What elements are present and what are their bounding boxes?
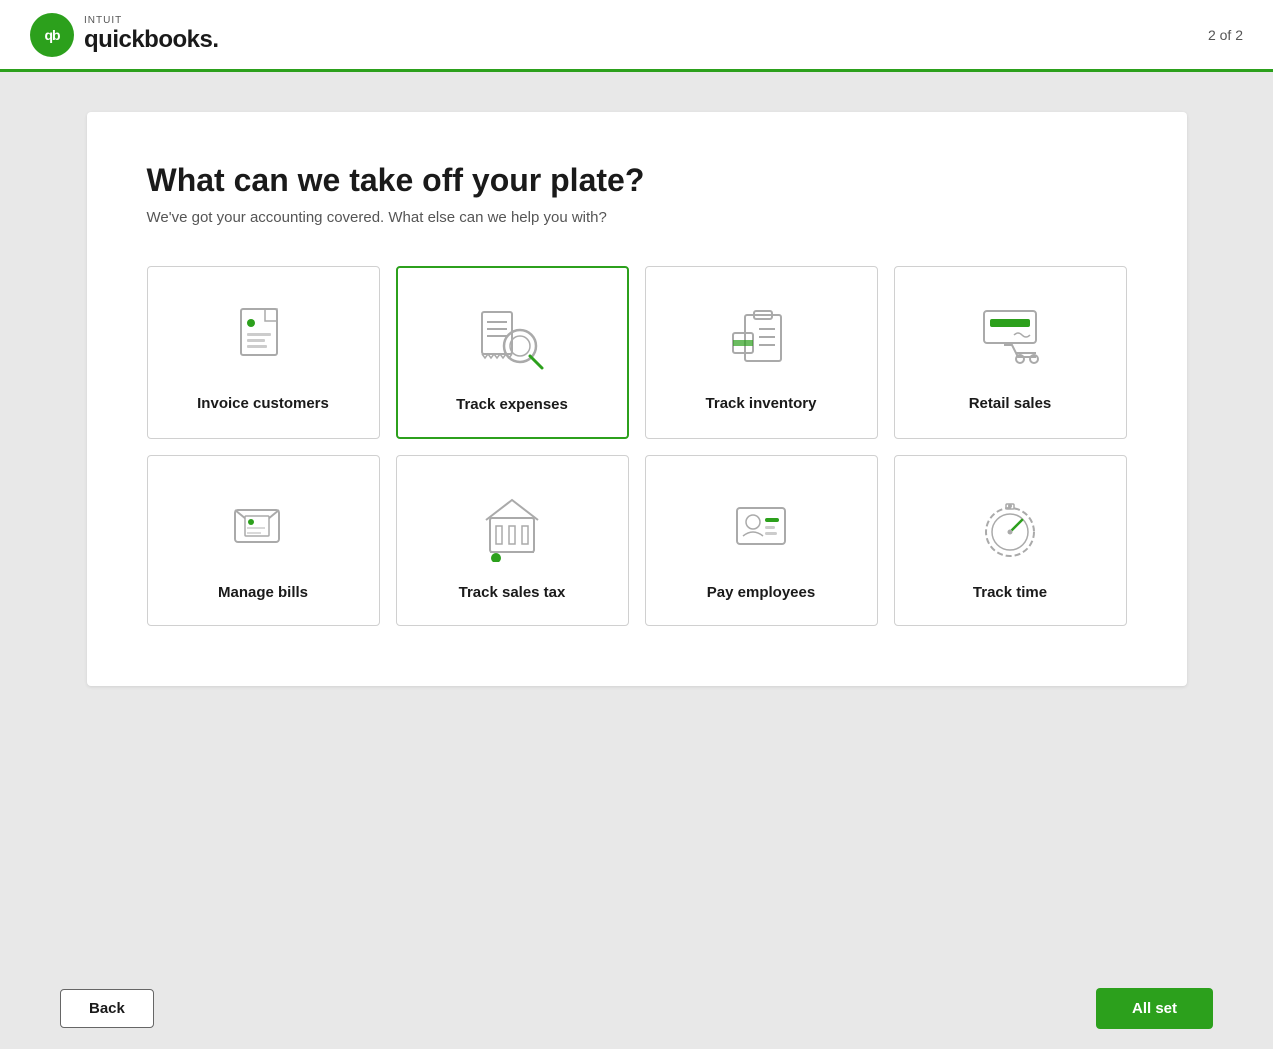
logo-area: qb intuit quickbooks. xyxy=(30,13,219,57)
back-button[interactable]: Back xyxy=(60,989,154,1028)
option-label: Track sales tax xyxy=(459,584,566,601)
option-label: Manage bills xyxy=(218,584,308,601)
brand-name: quickbooks. xyxy=(84,26,219,54)
option-label: Pay employees xyxy=(707,584,815,601)
header: qb intuit quickbooks. 2 of 2 xyxy=(0,0,1273,72)
retail-icon xyxy=(970,297,1050,377)
step-indicator: 2 of 2 xyxy=(1208,27,1243,43)
option-label: Track time xyxy=(973,584,1047,601)
option-label: Track expenses xyxy=(456,396,568,413)
intuit-label: intuit xyxy=(84,15,219,26)
inventory-icon xyxy=(721,297,801,377)
footer: Back All set xyxy=(0,968,1273,1049)
allset-button[interactable]: All set xyxy=(1096,988,1213,1029)
logo-text: intuit quickbooks. xyxy=(84,15,219,54)
content-card: What can we take off your plate? We've g… xyxy=(87,112,1187,686)
page-subtitle: We've got your accounting covered. What … xyxy=(147,209,1127,226)
option-track-sales-tax[interactable]: Track sales tax xyxy=(396,455,629,626)
option-label: Retail sales xyxy=(969,395,1052,412)
options-grid: Invoice customers xyxy=(147,266,1127,626)
tax-icon xyxy=(472,486,552,566)
expenses-icon xyxy=(472,298,552,378)
time-icon xyxy=(970,486,1050,566)
employees-icon xyxy=(721,486,801,566)
option-retail-sales[interactable]: Retail sales xyxy=(894,266,1127,439)
option-manage-bills[interactable]: Manage bills xyxy=(147,455,380,626)
option-track-expenses[interactable]: Track expenses xyxy=(396,266,629,439)
invoice-icon xyxy=(223,297,303,377)
qb-logo-icon: qb xyxy=(30,13,74,57)
main-content: What can we take off your plate? We've g… xyxy=(0,72,1273,968)
option-label: Track inventory xyxy=(706,395,817,412)
page-title: What can we take off your plate? xyxy=(147,162,1127,199)
svg-text:qb: qb xyxy=(44,27,60,43)
option-track-time[interactable]: Track time xyxy=(894,455,1127,626)
bills-icon xyxy=(223,486,303,566)
option-track-inventory[interactable]: Track inventory xyxy=(645,266,878,439)
option-label: Invoice customers xyxy=(197,395,329,412)
option-pay-employees[interactable]: Pay employees xyxy=(645,455,878,626)
option-invoice-customers[interactable]: Invoice customers xyxy=(147,266,380,439)
